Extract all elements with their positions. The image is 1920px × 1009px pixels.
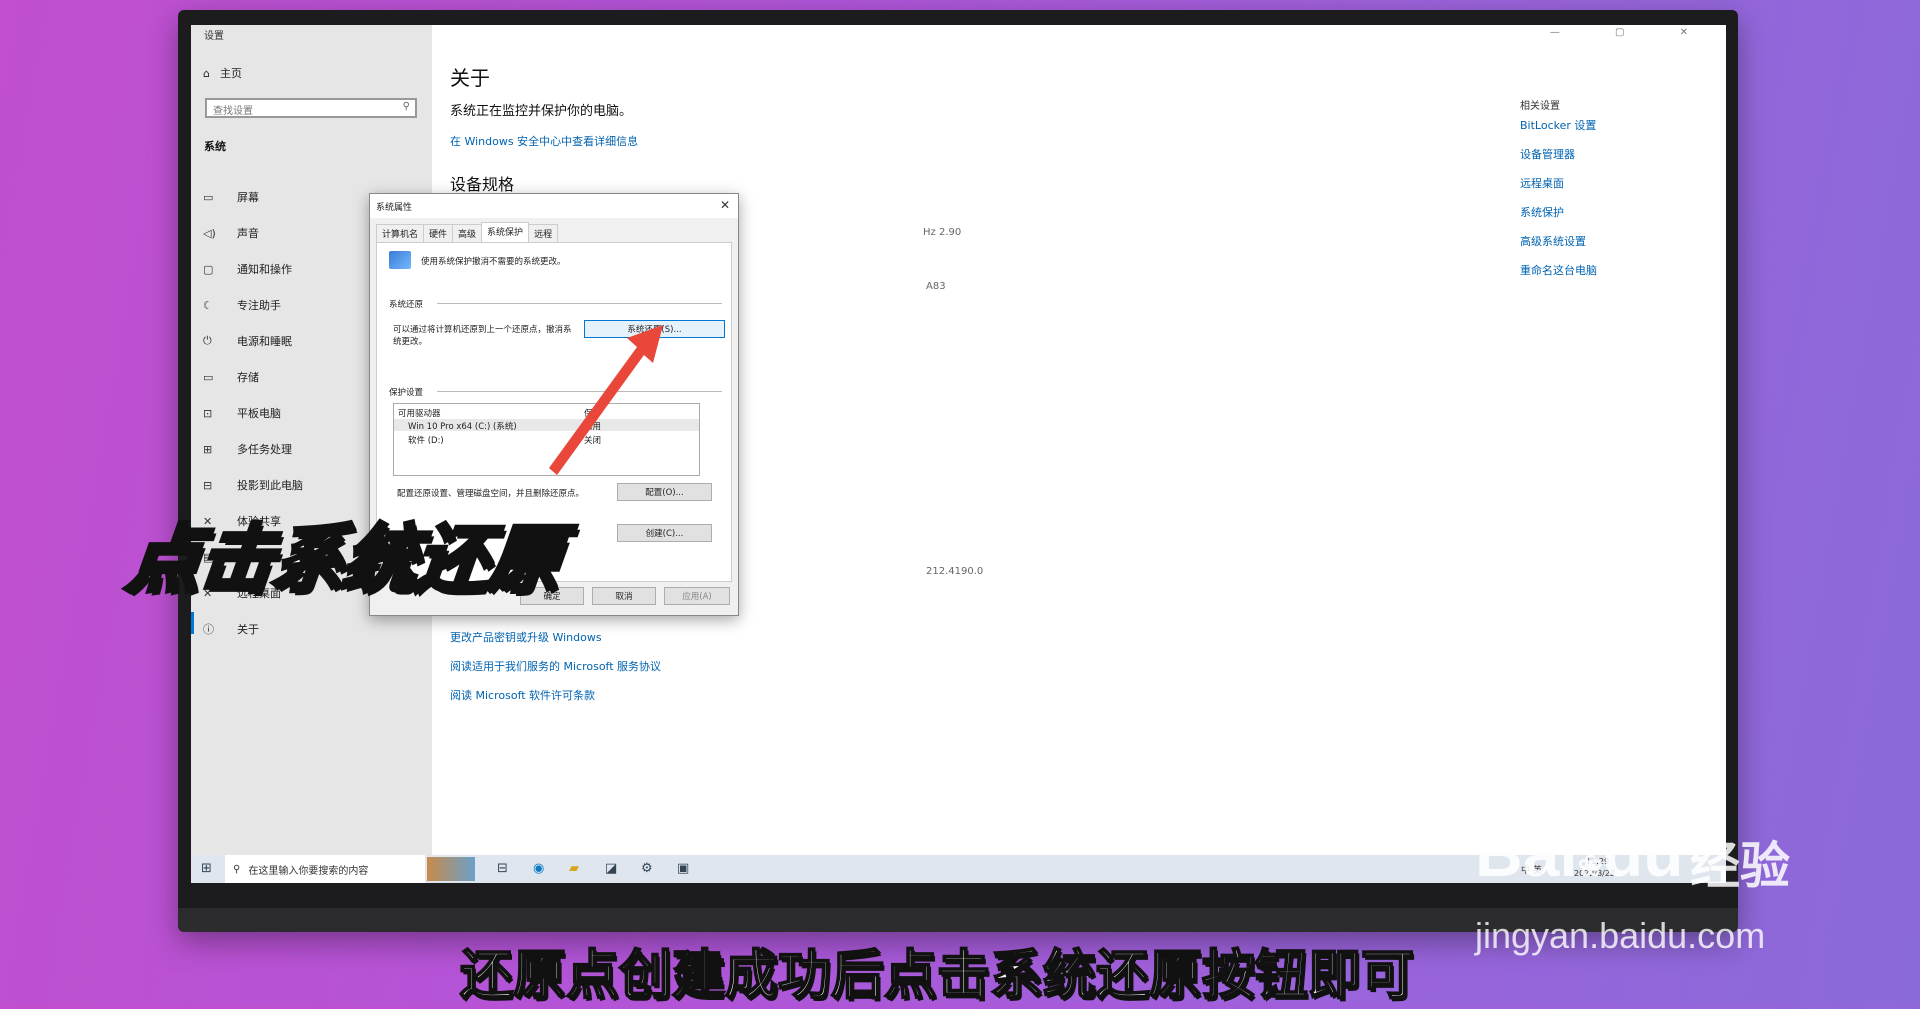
- baidu-logo-watermark: Bai❀du: [1475, 815, 1684, 891]
- baidu-logo-du: du: [1602, 816, 1684, 890]
- settings-icon[interactable]: ⚙: [641, 861, 653, 876]
- taskbar-search-placeholder: 在这里输入你要搜索的内容: [248, 865, 369, 877]
- task-view-icon[interactable]: ⊟: [497, 861, 508, 876]
- tutorial-caption: 点击系统还原: [121, 515, 566, 605]
- search-highlight-image: [427, 857, 475, 881]
- jingyan-watermark: 经验: [1690, 837, 1790, 895]
- taskbar-search-box[interactable]: ⚲ 在这里输入你要搜索的内容: [225, 855, 425, 883]
- paw-icon: ❀: [1577, 850, 1603, 883]
- video-subtitle: 还原点创建成功后点击系统还原按钮即可: [459, 944, 1415, 1007]
- start-icon[interactable]: ⊞: [201, 861, 212, 876]
- search-icon: ⚲: [233, 863, 241, 875]
- screen: 设置 ⌂ 主页 查找设置 ⚲ 系统 ▭ 屏幕 ◁) 声音 ▢ 通知和操作 ☾ 专注助手 ⏻ 电源和…: [191, 25, 1726, 883]
- annotation-arrow: [549, 325, 663, 475]
- store-icon[interactable]: ◪: [605, 861, 617, 876]
- file-explorer-icon[interactable]: ▰: [569, 861, 579, 876]
- system-properties-taskbar-icon[interactable]: ▣: [677, 861, 689, 876]
- edge-browser-icon[interactable]: ◉: [533, 861, 544, 876]
- watermark-url: jingyan.baidu.com: [1475, 915, 1766, 956]
- baidu-logo-text: Bai: [1475, 816, 1578, 890]
